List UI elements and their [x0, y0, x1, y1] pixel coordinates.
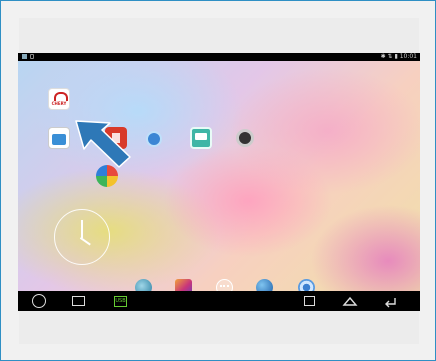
back-icon[interactable]	[382, 294, 398, 308]
usb-icon[interactable]: USB	[114, 296, 127, 307]
recent-apps-icon[interactable]	[304, 296, 315, 306]
back-shape	[385, 298, 396, 308]
arrow-shape	[75, 120, 131, 168]
home-shape	[342, 296, 358, 306]
pointer-arrow-icon	[75, 120, 131, 168]
home-icon[interactable]	[342, 294, 358, 308]
steering-wheel-icon[interactable]	[32, 294, 46, 308]
tablet-screen: ✱ ⇅ ▮ 10:01 CHERY USB	[18, 53, 420, 311]
navigation-bar: USB	[18, 291, 420, 311]
screenshot-icon[interactable]	[72, 296, 85, 306]
